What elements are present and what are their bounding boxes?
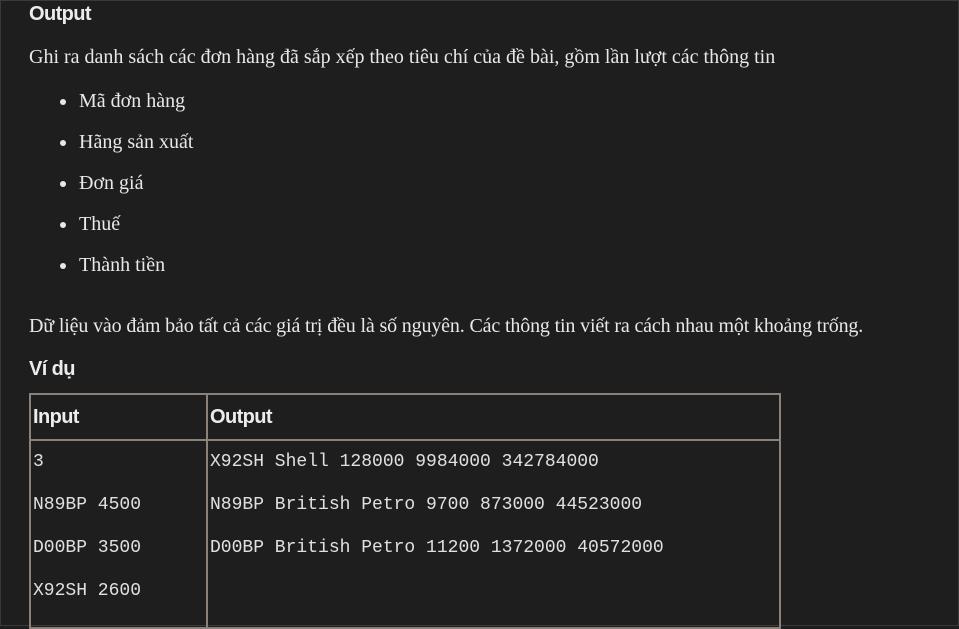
- table-row: 3 N89BP 4500 D00BP 3500 X92SH 2600 X92SH…: [29, 439, 781, 629]
- list-item: Mã đơn hàng: [57, 89, 193, 130]
- output-line: D00BP British Petro 11200 1372000 405720…: [210, 538, 664, 558]
- example-table: Input Output 3 N89BP 4500 D00BP 3500 X92…: [29, 393, 781, 629]
- input-line: D00BP 3500: [33, 538, 142, 558]
- table-header-row: Input Output: [29, 393, 781, 441]
- list-item: Thuế: [57, 212, 193, 253]
- output-line: X92SH Shell 128000 9984000 342784000: [210, 452, 599, 472]
- list-item: Hãng sản xuất: [57, 130, 193, 171]
- bullet-icon: [60, 181, 66, 187]
- bullet-icon: [60, 263, 66, 269]
- input-line: 3: [33, 452, 44, 472]
- input-column-header: Input: [29, 393, 208, 441]
- input-line: N89BP 4500: [33, 495, 142, 515]
- output-cell: X92SH Shell 128000 9984000 342784000 N89…: [206, 439, 781, 629]
- output-column-header: Output: [206, 393, 781, 441]
- field-list: Mã đơn hàng Hãng sản xuất Đơn giá Thuế T…: [57, 89, 193, 294]
- constraint-note: Dữ liệu vào đảm bảo tất cả các giá trị đ…: [29, 315, 864, 337]
- bullet-icon: [60, 222, 66, 228]
- input-cell: 3 N89BP 4500 D00BP 3500 X92SH 2600: [29, 439, 208, 629]
- problem-statement: Output Ghi ra danh sách các đơn hàng đã …: [0, 0, 959, 629]
- bullet-icon: [60, 140, 66, 146]
- bullet-icon: [60, 99, 66, 105]
- output-line: N89BP British Petro 9700 873000 44523000: [210, 495, 643, 515]
- list-item: Đơn giá: [57, 171, 193, 212]
- output-description: Ghi ra danh sách các đơn hàng đã sắp xếp…: [29, 46, 776, 68]
- input-line: X92SH 2600: [33, 581, 142, 601]
- output-heading: Output: [29, 3, 92, 25]
- example-heading: Ví dụ: [29, 358, 75, 380]
- list-item: Thành tiền: [57, 253, 193, 294]
